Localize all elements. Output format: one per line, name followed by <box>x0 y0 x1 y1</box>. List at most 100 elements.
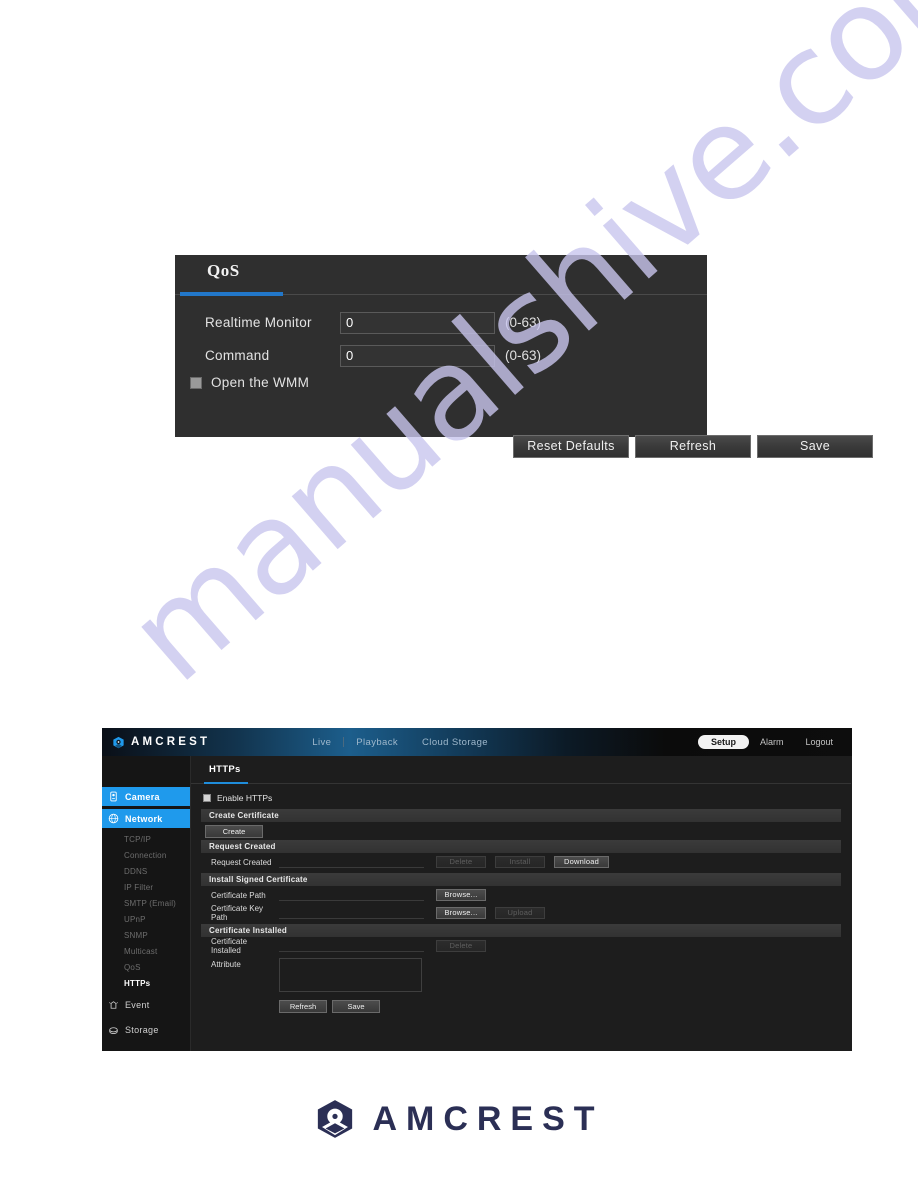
command-range-hint: (0-63) <box>505 348 542 363</box>
sidebar-item-event[interactable]: Event <box>102 994 190 1016</box>
sidebar-item-network-label: Network <box>125 813 163 824</box>
nav-cloud-storage[interactable]: Cloud Storage <box>410 737 500 748</box>
sidebar-item-https[interactable]: HTTPs <box>102 975 190 991</box>
content-area: HTTPs Enable HTTPs Create Certificate Cr… <box>190 756 852 1051</box>
content-footer-buttons: Refresh Save <box>279 1000 851 1013</box>
setup-button[interactable]: Setup <box>697 735 749 749</box>
command-input[interactable]: 0 <box>340 344 495 367</box>
nav-live[interactable]: Live <box>300 737 343 748</box>
certificate-path-browse-button[interactable]: Browse... <box>436 889 486 901</box>
sidebar-item-tcpip[interactable]: TCP/IP <box>102 831 190 847</box>
request-install-button[interactable]: Install <box>495 856 545 868</box>
request-download-button[interactable]: Download <box>554 856 609 868</box>
tab-https-underline <box>204 782 248 784</box>
camera-icon <box>110 791 117 802</box>
nav-playback[interactable]: Playback <box>344 737 410 748</box>
certificate-key-path-field[interactable] <box>279 907 424 919</box>
sidebar-item-multicast[interactable]: Multicast <box>102 943 190 959</box>
sidebar-item-upnp[interactable]: UPnP <box>102 911 190 927</box>
certificate-installed-delete-button[interactable]: Delete <box>436 940 486 952</box>
certificate-installed-field[interactable] <box>279 940 424 952</box>
upload-button[interactable]: Upload <box>495 907 545 919</box>
request-created-row: Request Created Delete Install Download <box>205 853 851 871</box>
sidebar-item-network[interactable]: Network <box>102 809 203 828</box>
content-inner: HTTPs Enable HTTPs Create Certificate Cr… <box>191 756 851 1013</box>
qos-body: Realtime Monitor 0 (0-63) Command 0 (0-6… <box>175 295 873 458</box>
monitor-icon <box>108 1050 119 1052</box>
sidebar-item-smtp-email[interactable]: SMTP (Email) <box>102 895 190 911</box>
content-save-button[interactable]: Save <box>332 1000 380 1013</box>
reset-defaults-button[interactable]: Reset Defaults <box>513 435 629 458</box>
tab-qos[interactable]: QoS <box>207 261 240 281</box>
globe-icon <box>108 813 119 824</box>
refresh-button[interactable]: Refresh <box>635 435 751 458</box>
qos-button-group: Reset Defaults Refresh Save <box>513 435 873 458</box>
sidebar-item-connection[interactable]: Connection <box>102 847 190 863</box>
alarm-button[interactable]: Alarm <box>749 737 795 747</box>
brand-logo: AMCREST <box>112 736 210 749</box>
sidebar: Camera Network TCP/IP Connection DDNS IP… <box>102 756 203 1051</box>
save-button[interactable]: Save <box>757 435 873 458</box>
enable-https-label: Enable HTTPs <box>217 793 273 803</box>
sidebar-item-storage[interactable]: Storage <box>102 1019 190 1041</box>
section-header-certificate-installed: Certificate Installed <box>201 924 841 937</box>
sidebar-item-ip-filter[interactable]: IP Filter <box>102 879 190 895</box>
content-refresh-button[interactable]: Refresh <box>279 1000 327 1013</box>
sidebar-item-system-label: System <box>125 1050 157 1051</box>
alarm-icon <box>109 1000 118 1009</box>
amcrest-hexagon-icon <box>113 736 124 748</box>
section-header-request-created: Request Created <box>201 840 841 853</box>
realtime-monitor-label: Realtime Monitor <box>205 315 312 330</box>
open-wmm-row[interactable]: Open the WMM <box>190 375 707 390</box>
amcrest-web-ui-window: AMCREST Live Playback Cloud Storage Setu… <box>102 728 852 1051</box>
content-tabbar: HTTPs <box>191 756 851 784</box>
sidebar-item-event-label: Event <box>125 1000 150 1010</box>
open-wmm-label: Open the WMM <box>211 375 310 390</box>
sidebar-item-storage-label: Storage <box>125 1025 159 1035</box>
qos-row-command: Command 0 (0-63) <box>205 342 707 369</box>
certificate-installed-label: Certificate Installed <box>211 937 248 955</box>
qos-panel: QoS Realtime Monitor 0 (0-63) Command 0 … <box>175 255 873 458</box>
qos-row-realtime-monitor: Realtime Monitor 0 (0-63) <box>205 309 707 336</box>
web-header: AMCREST Live Playback Cloud Storage Setu… <box>102 728 852 756</box>
footer-brand-name: AMCREST <box>372 1099 604 1138</box>
attribute-textarea[interactable] <box>279 958 422 992</box>
certificate-path-field[interactable] <box>279 889 424 901</box>
sidebar-item-system[interactable]: System <box>102 1044 190 1051</box>
web-actions: Setup Alarm Logout <box>697 728 844 756</box>
request-created-field[interactable] <box>279 856 424 868</box>
storage-icon <box>109 1026 118 1034</box>
logout-button[interactable]: Logout <box>794 737 844 747</box>
certificate-installed-row: Certificate Installed Delete <box>205 937 851 955</box>
create-button[interactable]: Create <box>205 825 263 838</box>
open-wmm-checkbox[interactable] <box>190 376 202 389</box>
attribute-label: Attribute <box>211 960 241 969</box>
amcrest-hexagon-footer-icon <box>318 1100 353 1138</box>
sidebar-item-camera-label: Camera <box>125 791 160 802</box>
sidebar-item-qos[interactable]: QoS <box>102 959 190 975</box>
footer-logo: AMCREST <box>0 1098 918 1140</box>
request-delete-button[interactable]: Delete <box>436 856 486 868</box>
realtime-monitor-input[interactable]: 0 <box>340 311 495 334</box>
sidebar-item-ddns[interactable]: DDNS <box>102 863 190 879</box>
section-header-install-signed-certificate: Install Signed Certificate <box>201 873 841 886</box>
enable-https-checkbox[interactable] <box>203 794 211 802</box>
certificate-path-label: Certificate Path <box>211 890 266 900</box>
section-header-create-certificate: Create Certificate <box>201 809 841 822</box>
attribute-row: Attribute <box>205 958 851 992</box>
realtime-monitor-range-hint: (0-63) <box>505 315 542 330</box>
certificate-key-path-browse-button[interactable]: Browse... <box>436 907 486 919</box>
enable-https-row[interactable]: Enable HTTPs <box>191 784 851 807</box>
request-created-label: Request Created <box>211 857 272 867</box>
certificate-key-path-row: Certificate Key Path Browse... Upload <box>205 904 851 922</box>
web-nav: Live Playback Cloud Storage <box>300 737 500 748</box>
sidebar-item-camera[interactable]: Camera <box>102 787 203 806</box>
sidebar-item-snmp[interactable]: SNMP <box>102 927 190 943</box>
tab-https[interactable]: HTTPs <box>209 764 241 775</box>
qos-tabbar: QoS <box>175 255 707 296</box>
create-certificate-row: Create <box>205 825 851 838</box>
web-body: Camera Network TCP/IP Connection DDNS IP… <box>102 756 852 1051</box>
command-label: Command <box>205 348 270 363</box>
certificate-path-row: Certificate Path Browse... <box>205 886 851 904</box>
certificate-key-path-label: Certificate Key Path <box>211 904 264 922</box>
